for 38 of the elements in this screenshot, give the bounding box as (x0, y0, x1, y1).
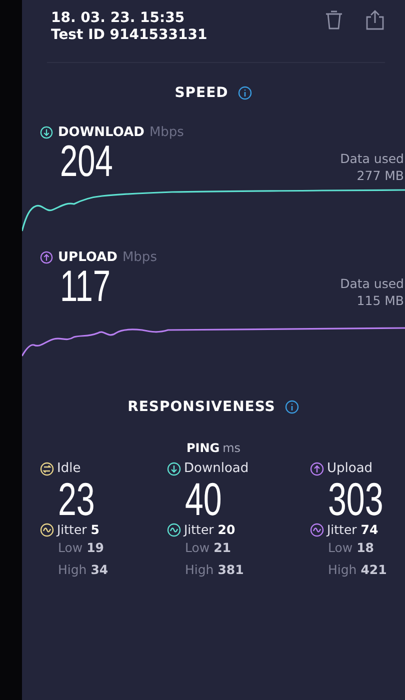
high-text: High 34 (57, 561, 108, 579)
speed-unit: Mbps (149, 125, 184, 140)
jitter-text: Jitter 20 (184, 522, 236, 537)
speed-label: DOWNLOAD (58, 125, 144, 140)
speed-value: 204 (60, 140, 113, 184)
jitter-icon (40, 522, 54, 536)
test-id: Test ID 9141533131 (51, 27, 208, 44)
info-icon[interactable] (238, 86, 252, 100)
ping-value: 40 (185, 476, 222, 522)
ping-type-label: Idle (57, 461, 81, 476)
ping-value: 303 (328, 476, 384, 522)
speed-value: 117 (60, 265, 110, 309)
data-used-label: Data used (340, 275, 404, 292)
info-icon[interactable] (285, 400, 300, 414)
jitter-icon (167, 522, 181, 536)
data-used-value: 115 MB (356, 292, 404, 309)
data-used-label: Data used (340, 150, 404, 167)
high-text: High 381 (184, 561, 244, 579)
ping-unit: ms (222, 441, 241, 455)
low-text: Low 19 (57, 539, 104, 557)
share-icon[interactable] (365, 10, 385, 30)
jitter-icon (310, 522, 324, 536)
low-text: Low 21 (184, 539, 231, 557)
speed-label: UPLOAD (58, 250, 118, 265)
ping-type-label: Download (184, 461, 249, 476)
ping-value: 23 (58, 476, 95, 522)
speed-unit: Mbps (122, 250, 157, 265)
data-used-value: 277 MB (356, 167, 404, 184)
jitter-text: Jitter 74 (327, 522, 378, 537)
test-date: 18. 03. 23. 15:35 (51, 10, 186, 27)
ping-label: PING (186, 441, 220, 455)
jitter-text: Jitter 5 (57, 522, 100, 537)
section-title: RESPONSIVENESS (128, 399, 276, 415)
high-text: High 421 (327, 561, 387, 579)
ping-type-label: Upload (327, 461, 373, 476)
delete-icon[interactable] (325, 10, 343, 30)
section-title: SPEED (174, 85, 228, 101)
low-text: Low 18 (327, 539, 374, 557)
